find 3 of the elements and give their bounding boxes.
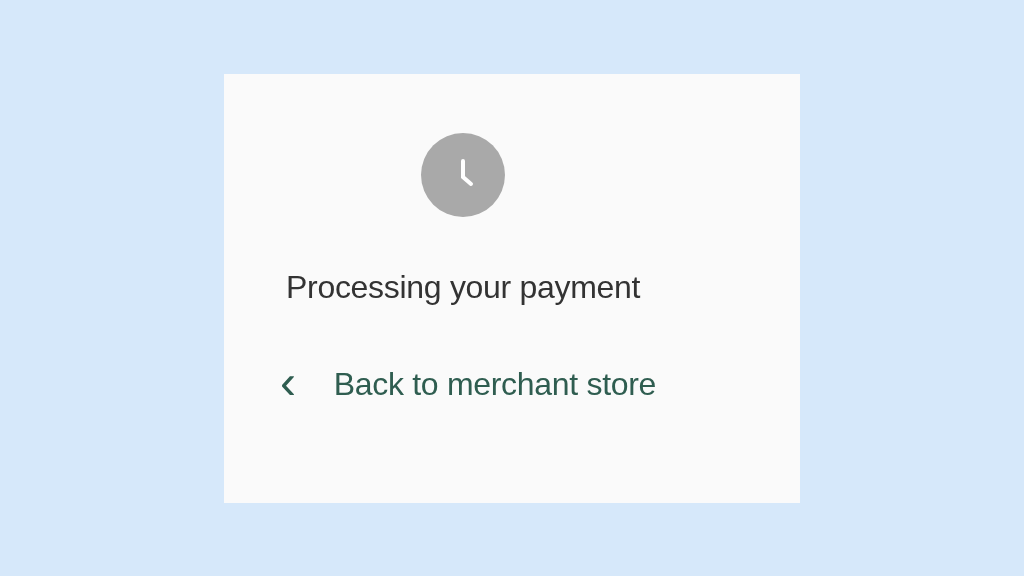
back-link[interactable]: ‹ Back to merchant store	[280, 363, 657, 406]
clock-icon	[421, 132, 506, 217]
status-title: Processing your payment	[286, 268, 641, 306]
